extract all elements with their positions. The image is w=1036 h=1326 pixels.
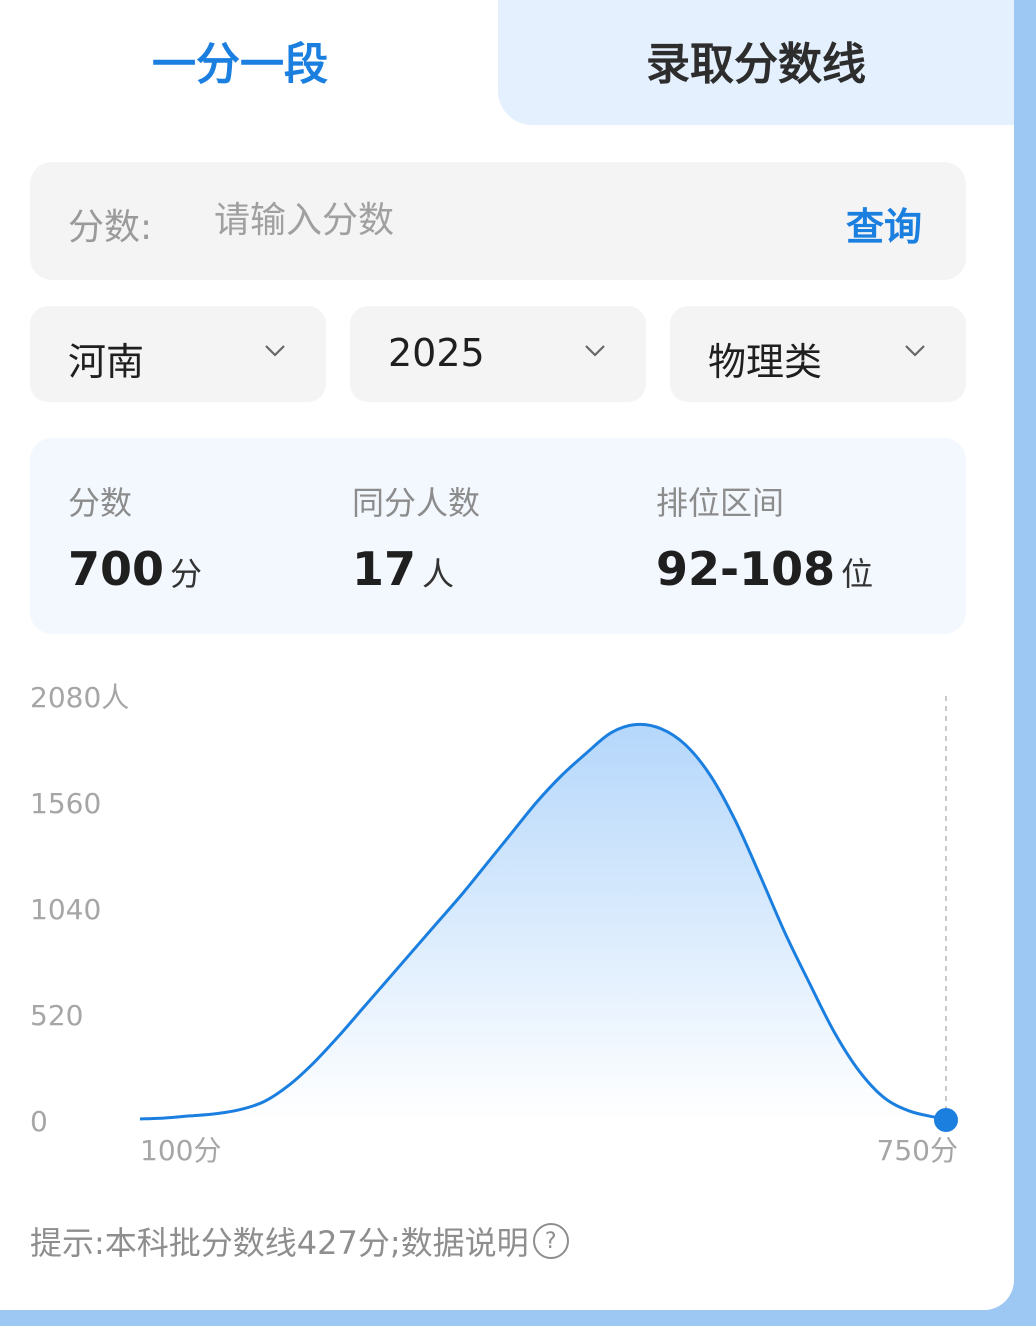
question-circle-icon[interactable]: ? [532, 1223, 569, 1259]
stat-rank-range-unit: 位 [841, 555, 874, 593]
stat-rank-range-value: 92-108 [656, 542, 836, 596]
stats-panel: 分数 700 分 同分人数 17 人 排位区间 92-108 位 [30, 438, 966, 634]
year-select[interactable]: 2025 [350, 306, 646, 402]
chevron-down-icon [905, 345, 925, 357]
stat-score: 分数 700 分 [68, 478, 202, 596]
stat-same-count: 同分人数 17 人 [352, 478, 480, 596]
stat-score-value: 700 [68, 542, 165, 596]
year-value: 2025 [388, 331, 485, 375]
tab-score-segment[interactable]: 一分一段 [0, 0, 480, 120]
y-tick-label: 1560 [30, 787, 101, 820]
subject-value: 物理类 [708, 340, 823, 384]
tab-admission-line[interactable]: 录取分数线 [498, 0, 1014, 120]
y-tick-label: 0 [30, 1105, 48, 1138]
x-tick-label: 750分 [877, 1134, 958, 1167]
x-tick-label: 100分 [140, 1134, 221, 1167]
province-value: 河南 [68, 340, 145, 384]
stat-rank-range: 排位区间 92-108 位 [656, 478, 873, 596]
province-select[interactable]: 河南 [30, 306, 326, 402]
chevron-down-icon [265, 345, 285, 357]
query-button[interactable]: 查询 [846, 196, 922, 251]
main-card: 一分一段 录取分数线 分数: 查询 河南 2025 物理类 分数 700分 同分… [0, 0, 1014, 1310]
subject-select[interactable]: 物理类 [670, 306, 966, 402]
tip-text: 提示:本科批分数线427分;数据说明 [30, 1224, 529, 1262]
stat-same-count-value: 17 [352, 542, 417, 596]
score-distribution-chart[interactable]: 2080人 1560 1040 520 0 100分 750分 [0, 660, 1014, 1170]
y-tick-label: 2080人 [30, 681, 129, 714]
stat-same-count-label: 同分人数 [352, 484, 481, 522]
y-tick-label: 520 [30, 999, 83, 1032]
selected-score-point[interactable] [934, 1108, 958, 1132]
y-tick-label: 1040 [30, 893, 101, 926]
search-label: 分数: [68, 207, 153, 248]
tip-row: 提示:本科批分数线427分;数据说明 ? [30, 1218, 569, 1264]
stat-same-count-unit: 人 [422, 555, 455, 593]
score-search-bar: 分数: 查询 [30, 162, 966, 280]
stat-score-label: 分数 [68, 484, 133, 522]
tab-bar: 一分一段 录取分数线 [0, 0, 1014, 125]
stat-score-unit: 分 [170, 555, 203, 593]
distribution-area [140, 724, 946, 1120]
chevron-down-icon [585, 345, 605, 357]
stat-rank-range-label: 排位区间 [656, 484, 785, 522]
score-input[interactable] [214, 192, 774, 248]
